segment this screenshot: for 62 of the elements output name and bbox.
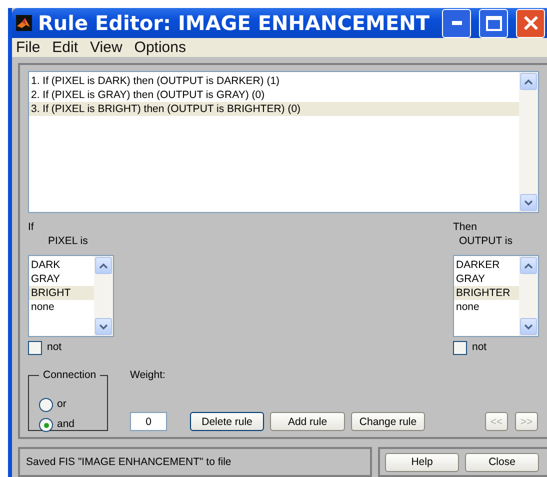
rule-button[interactable]: Delete rule xyxy=(190,412,264,431)
variable-label: PIXEL is xyxy=(48,235,89,249)
term-list[interactable]: DARKER GRAY BRIGHTER none xyxy=(453,255,539,337)
close-icon xyxy=(522,15,538,32)
scroll-up-button[interactable] xyxy=(95,257,112,274)
menu-item[interactable]: File xyxy=(16,39,40,56)
term-item[interactable]: BRIGHTER xyxy=(454,286,519,300)
footer-button[interactable]: Close xyxy=(465,452,539,472)
variable-label: OUTPUT is xyxy=(459,235,514,249)
term-item[interactable]: none xyxy=(29,300,94,314)
minimize-button[interactable] xyxy=(442,8,471,38)
scroll-up-icon xyxy=(524,262,533,268)
menu-item[interactable]: View xyxy=(90,39,122,56)
weight-field[interactable]: 0 xyxy=(130,412,167,431)
rule-item[interactable]: 1. If (PIXEL is DARK) then (OUTPUT is DARKER) (1) xyxy=(29,74,519,88)
scroll-down-icon xyxy=(524,324,533,330)
rule-button[interactable]: Add rule xyxy=(270,412,345,431)
menu-item[interactable]: Edit xyxy=(52,39,78,56)
scroll-up-button[interactable] xyxy=(520,73,537,90)
scroll-up-icon xyxy=(524,78,533,84)
scrollbar[interactable] xyxy=(94,256,113,336)
scrollbar[interactable] xyxy=(519,72,538,212)
menu-item[interactable]: Options xyxy=(134,39,186,56)
radio-button[interactable] xyxy=(39,398,53,412)
not-checkbox[interactable] xyxy=(28,341,42,355)
rule-list[interactable]: 1. If (PIXEL is DARK) then (OUTPUT is DARKER) (1) 2. If (PIXEL is GRAY) then (OUTPUT is GRAY) (0) 3. If (PIXEL is BRIGHT) then (OUTPUT is BRIGHTER) (0) xyxy=(28,71,539,213)
term-item[interactable]: DARKER xyxy=(454,258,519,272)
maximize-button[interactable] xyxy=(479,8,508,38)
app-icon xyxy=(16,15,32,32)
weight-label: Weight: xyxy=(130,369,166,383)
checkbox-label: not xyxy=(472,341,487,355)
radio-label: or xyxy=(57,398,66,412)
term-item[interactable]: GRAY xyxy=(29,272,94,286)
scroll-down-icon xyxy=(99,324,108,330)
term-item[interactable]: GRAY xyxy=(454,272,519,286)
close-button[interactable] xyxy=(516,8,545,38)
section-label: Then xyxy=(453,221,478,235)
scroll-up-button[interactable] xyxy=(520,257,537,274)
scroll-down-button[interactable] xyxy=(95,318,112,335)
term-item[interactable]: BRIGHT xyxy=(29,286,94,300)
term-list[interactable]: DARK GRAY BRIGHT none xyxy=(28,255,114,337)
checkbox-label: not xyxy=(47,341,62,355)
minimize-icon xyxy=(452,21,462,26)
not-checkbox[interactable] xyxy=(453,341,467,355)
scroll-up-icon xyxy=(99,262,108,268)
scrollbar[interactable] xyxy=(519,256,538,336)
scroll-down-button[interactable] xyxy=(520,194,537,211)
rule-item[interactable]: 3. If (PIXEL is BRIGHT) then (OUTPUT is BRIGHTER) (0) xyxy=(29,102,519,116)
radio-button[interactable] xyxy=(39,418,53,432)
term-item[interactable]: none xyxy=(454,300,519,314)
window-title: Rule Editor: IMAGE ENHANCEMENT xyxy=(38,11,430,36)
scroll-down-button[interactable] xyxy=(520,318,537,335)
rule-button[interactable]: Change rule xyxy=(351,412,425,431)
maximize-icon xyxy=(486,16,502,31)
scroll-down-icon xyxy=(524,200,533,206)
status-text: Saved FIS "IMAGE ENHANCEMENT" to file xyxy=(18,447,372,477)
group-title: Connection xyxy=(39,369,100,381)
rule-item[interactable]: 2. If (PIXEL is GRAY) then (OUTPUT is GRAY) (0) xyxy=(29,88,519,102)
radio-label: and xyxy=(57,418,75,432)
footer-button[interactable]: Help xyxy=(385,452,459,472)
term-item[interactable]: DARK xyxy=(29,258,94,272)
section-label: If xyxy=(28,221,35,235)
